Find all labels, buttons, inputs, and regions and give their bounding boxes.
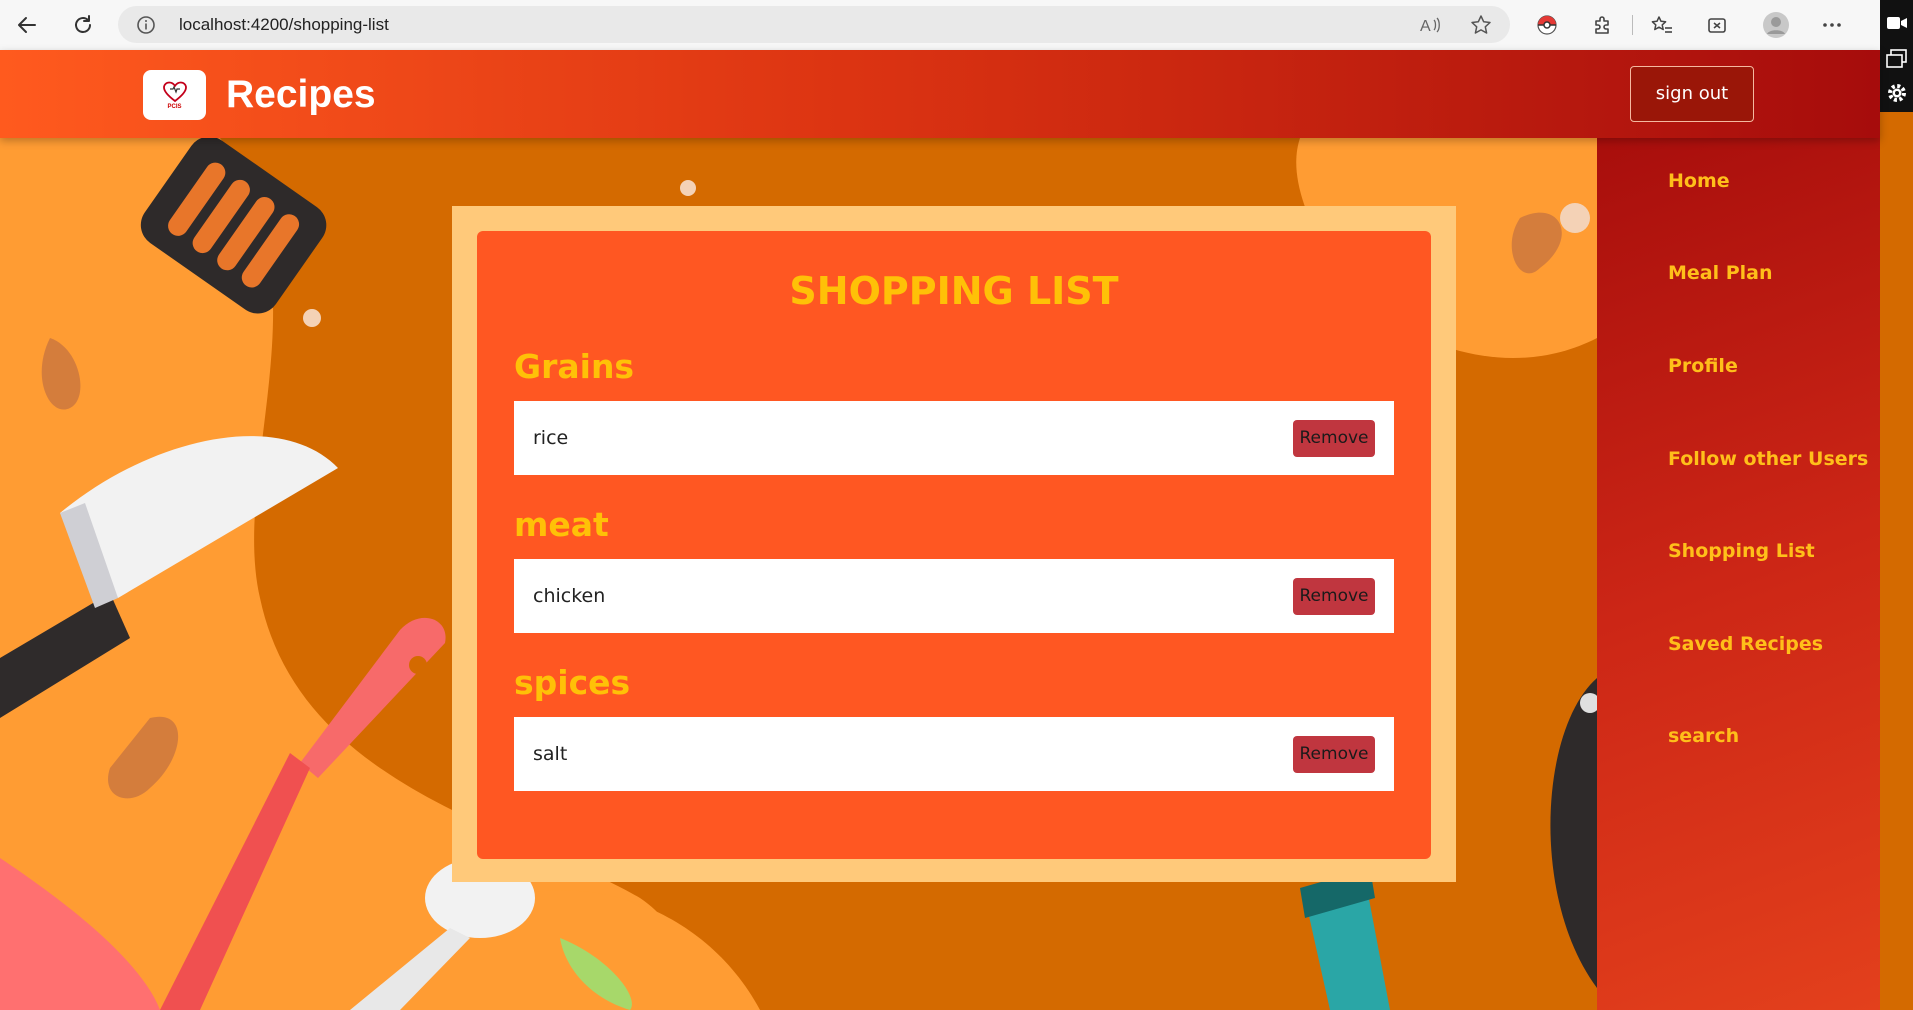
windows-icon[interactable] <box>1886 48 1908 70</box>
browser-toolbar: localhost:4200/shopping-list A <box>0 0 1913 51</box>
page-title: SHOPPING LIST <box>789 269 1119 313</box>
category-heading: meat <box>514 505 609 544</box>
sidebar-item-saved-recipes[interactable]: Saved Recipes <box>1668 633 1823 655</box>
favorites-icon[interactable] <box>1648 11 1676 39</box>
list-item: chicken Remove <box>514 559 1394 633</box>
sidebar-nav: Home Meal Plan Profile Follow other User… <box>1597 138 1880 1010</box>
remove-button[interactable]: Remove <box>1293 578 1375 615</box>
shopping-list-frame: SHOPPING LIST Grains rice Remove meat ch… <box>452 206 1456 882</box>
read-aloud-icon[interactable]: A <box>1420 15 1442 39</box>
category-heading: spices <box>514 663 631 702</box>
pokeball-extension-icon[interactable] <box>1533 11 1561 39</box>
video-icon[interactable] <box>1886 12 1908 34</box>
list-item: salt Remove <box>514 717 1394 791</box>
item-name: chicken <box>533 585 606 607</box>
settings-gear-icon[interactable] <box>1886 82 1908 104</box>
sidebar-item-profile[interactable]: Profile <box>1668 355 1738 377</box>
info-icon[interactable] <box>136 15 156 39</box>
sidebar-item-meal-plan[interactable]: Meal Plan <box>1668 262 1773 284</box>
item-name: rice <box>533 427 569 449</box>
refresh-icon[interactable] <box>68 10 98 40</box>
heart-logo-icon <box>162 81 187 102</box>
remove-button[interactable]: Remove <box>1293 736 1375 773</box>
url-text[interactable]: localhost:4200/shopping-list <box>179 6 389 43</box>
app-header: PCIS Recipes sign out <box>0 50 1880 138</box>
sidebar-item-follow-users[interactable]: Follow other Users <box>1668 448 1868 470</box>
sign-out-button[interactable]: sign out <box>1630 66 1754 122</box>
sidebar-item-search[interactable]: search <box>1668 725 1739 747</box>
extensions-icon[interactable] <box>1589 11 1617 39</box>
side-panel-strip <box>1880 0 1913 112</box>
shopping-list-card: SHOPPING LIST Grains rice Remove meat ch… <box>477 231 1431 859</box>
remove-button[interactable]: Remove <box>1293 420 1375 457</box>
app-brand-title[interactable]: Recipes <box>226 70 376 120</box>
address-bar[interactable]: localhost:4200/shopping-list A <box>118 6 1510 43</box>
back-arrow-icon[interactable] <box>12 10 42 40</box>
favorite-star-icon[interactable] <box>1470 14 1492 40</box>
logo-caption: PCIS <box>167 103 182 110</box>
svg-text:A: A <box>1420 18 1431 35</box>
sidebar-item-home[interactable]: Home <box>1668 170 1730 192</box>
list-item: rice Remove <box>514 401 1394 475</box>
profile-avatar-icon[interactable] <box>1762 11 1790 39</box>
app-logo[interactable]: PCIS <box>143 70 206 120</box>
more-options-icon[interactable] <box>1818 11 1846 39</box>
collections-icon[interactable] <box>1703 11 1731 39</box>
item-name: salt <box>533 743 568 765</box>
toolbar-divider <box>1632 15 1633 35</box>
category-heading: Grains <box>514 347 635 386</box>
sidebar-item-shopping-list[interactable]: Shopping List <box>1668 540 1815 562</box>
